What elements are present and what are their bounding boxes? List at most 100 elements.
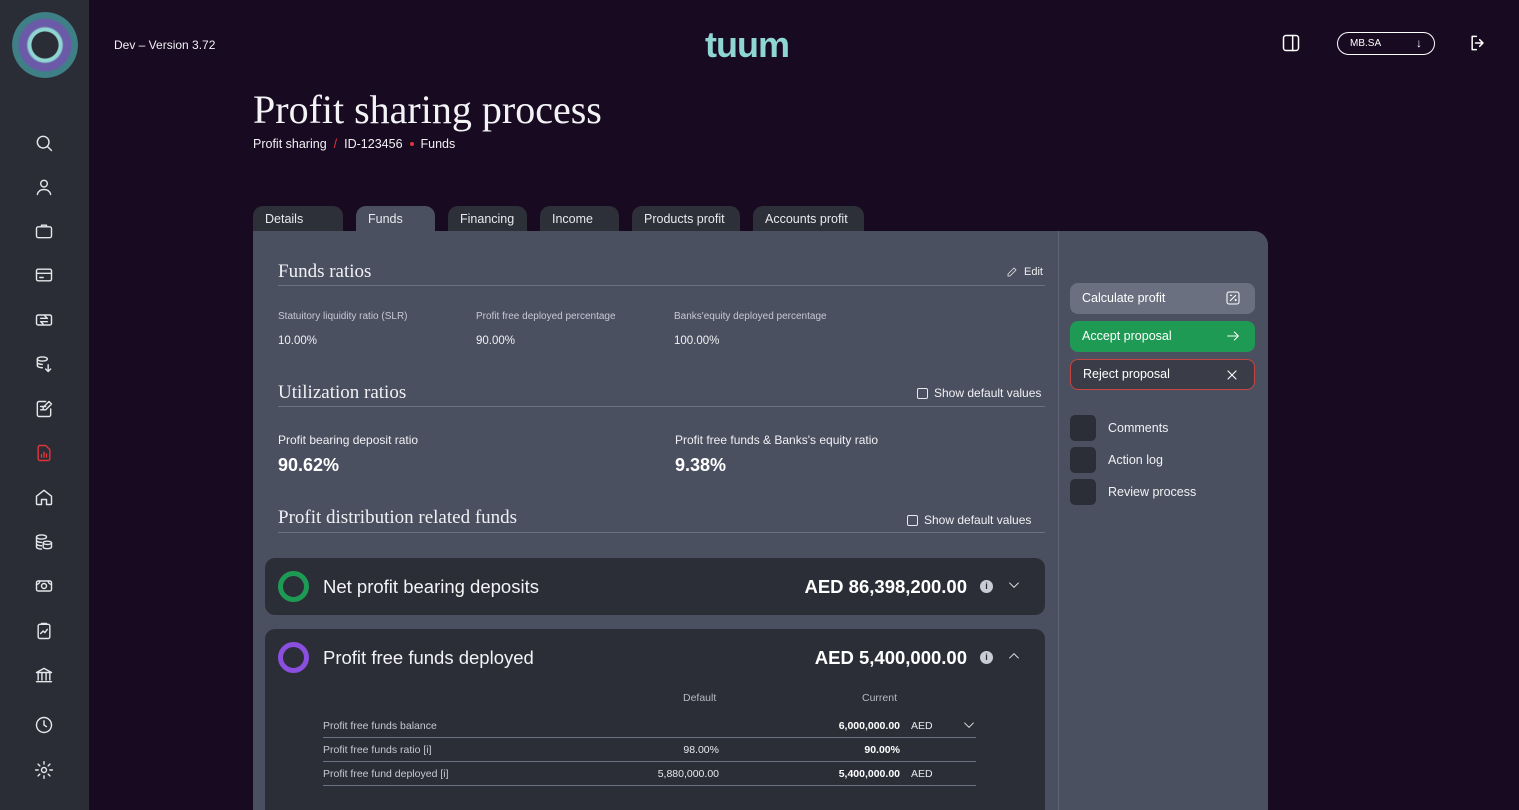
brand-logo: tuum [705,24,790,65]
info-icon[interactable]: i [980,580,993,593]
tab-details[interactable]: Details [253,206,343,232]
chevron-down-icon[interactable] [962,718,976,732]
row-default: 98.00% [683,744,719,756]
organization-select-value: MB.SA [1350,38,1382,49]
slr-label: Statuitory liquidity ratio (SLR) [278,311,408,322]
tab-income[interactable]: Income [540,206,619,232]
breadcrumb-item-profit-sharing[interactable]: Profit sharing [253,137,327,151]
fund-name: Profit free funds deployed [323,647,534,668]
page-title: Profit sharing process [253,87,602,132]
funds-ratios-title: Funds ratios [278,261,372,282]
row-unit: AED [911,768,933,780]
fund-amount: AED 86,398,200.00 [804,576,967,597]
banks-equity-deployed-label: Banks'equity deployed percentage [674,311,827,322]
tab-funds[interactable]: Funds [356,206,435,232]
report-chart-icon[interactable] [33,442,55,464]
column-header-current: Current [862,692,898,704]
review-process-link[interactable]: Review process [1070,479,1196,505]
coins-transfer-icon[interactable] [33,353,55,375]
chevron-up-icon[interactable] [1007,649,1021,663]
table-row: Profit free funds ratio [i] 98.00% 90.00… [323,738,976,762]
panel-toggle-icon[interactable] [1281,33,1303,55]
tab-financing[interactable]: Financing [448,206,527,232]
checkbox-box[interactable] [907,514,918,526]
table-row: Profit free fund deployed [i] 5,880,000.… [323,762,976,786]
fund-card-net-profit-bearing-deposits[interactable]: Net profit bearing deposits AED 86,398,2… [265,558,1045,615]
show-default-values-checkbox[interactable]: Show default values [917,386,1041,400]
accept-proposal-button[interactable]: Accept proposal [1070,321,1255,352]
home-icon[interactable] [33,486,55,508]
row-current: 90.00% [864,744,900,756]
search-icon[interactable] [33,132,55,154]
breadcrumb-item-id[interactable]: ID-123456 [344,137,402,151]
coins-stack-icon[interactable] [33,531,55,553]
bank-icon[interactable] [33,664,55,686]
close-icon [1224,367,1240,383]
info-icon[interactable]: i [980,651,993,664]
cash-icon[interactable] [33,575,55,597]
edit-icon [1007,267,1017,277]
utilization-ratios-title: Utilization ratios [278,382,407,403]
table-row: Profit free funds balance 6,000,000.00 A… [323,714,976,738]
reject-proposal-button[interactable]: Reject proposal [1070,359,1255,390]
column-header-default: Default [683,692,717,704]
calculate-profit-button[interactable]: Calculate profit [1070,283,1255,314]
row-unit: AED [911,720,933,732]
reject-proposal-label: Reject proposal [1083,367,1170,381]
profit-bearing-ratio-value: 90.62% [278,455,340,475]
logout-icon[interactable] [1468,33,1490,55]
chevron-down-icon[interactable] [1007,578,1021,592]
sidebar [0,0,89,810]
section-divider [278,532,1045,533]
version-label: Dev – Version 3.72 [114,38,216,52]
user-icon[interactable] [33,176,55,198]
row-name: Profit free funds balance [323,720,437,732]
checkbox-box[interactable] [917,387,928,399]
fund-ring-icon [278,571,309,602]
section-divider [278,406,1045,407]
comments-icon [1070,415,1096,441]
review-process-label: Review process [1108,485,1197,499]
panel-divider [1058,231,1059,810]
profit-free-deployed-value: 90.00% [476,335,516,347]
app-logo[interactable] [12,12,78,78]
calculator-icon [1225,290,1241,306]
review-process-icon [1070,479,1096,505]
row-name: Profit free fund deployed [i] [323,768,449,780]
breadcrumb-dot [409,142,414,146]
row-current: 5,400,000.00 [838,768,900,780]
organization-select[interactable]: MB.SA ↓ [1337,32,1435,55]
calculate-profit-label: Calculate profit [1082,291,1166,305]
comments-label: Comments [1108,421,1169,435]
card-icon[interactable] [33,264,55,286]
briefcase-icon[interactable] [33,220,55,242]
action-log-link[interactable]: Action log [1070,447,1163,473]
show-default-values-checkbox-2[interactable]: Show default values [907,513,1031,527]
tab-accounts-profit[interactable]: Accounts profit [753,206,864,232]
row-default: 5,880,000.00 [657,768,719,780]
breadcrumb-separator: / [333,137,338,151]
action-log-label: Action log [1108,453,1163,467]
tab-products-profit[interactable]: Products profit [632,206,740,232]
fund-amount: AED 5,400,000.00 [814,647,967,668]
settings-icon[interactable] [33,759,55,781]
checkbox-label: Show default values [934,386,1042,400]
fund-name: Net profit bearing deposits [323,576,539,597]
document-edit-icon[interactable] [33,398,55,420]
transfer-icon[interactable] [33,309,55,331]
clipboard-chart-icon[interactable] [33,620,55,642]
checkbox-label: Show default values [924,513,1032,527]
edit-label: Edit [1024,266,1043,278]
action-log-icon [1070,447,1096,473]
breadcrumb-item-current: Funds [420,137,456,151]
row-name: Profit free funds ratio [i] [323,744,432,756]
profit-bearing-ratio-label: Profit bearing deposit ratio [278,433,419,447]
row-current: 6,000,000.00 [838,720,900,732]
banks-equity-deployed-value: 100.00% [674,335,720,347]
profit-distribution-title: Profit distribution related funds [278,507,518,528]
fund-ring-icon [278,642,309,673]
clock-icon[interactable] [33,714,55,736]
arrow-down-icon: ↓ [1416,36,1422,50]
comments-link[interactable]: Comments [1070,415,1168,441]
edit-button[interactable]: Edit [1006,266,1043,278]
